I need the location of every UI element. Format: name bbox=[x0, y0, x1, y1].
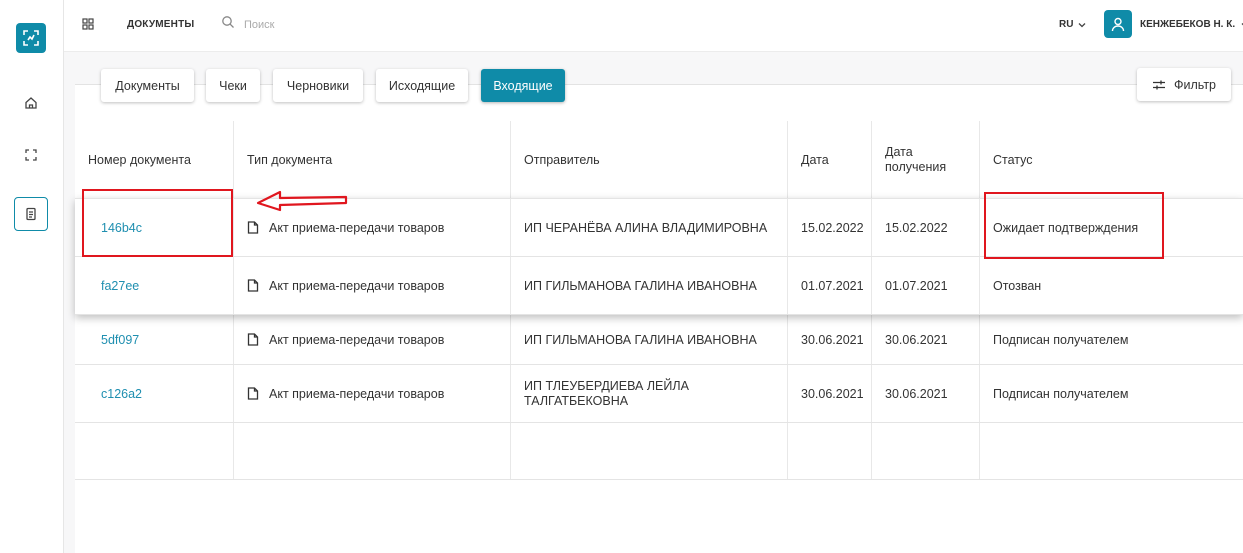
table-row[interactable]: 5df097 Акт приема-передачи товаров ИП ГИ… bbox=[75, 315, 1243, 365]
tab-drafts[interactable]: Черновики bbox=[273, 69, 363, 102]
user-icon bbox=[1111, 17, 1125, 32]
filter-label: Фильтр bbox=[1174, 77, 1216, 92]
empty-cell bbox=[788, 423, 872, 479]
sidebar bbox=[0, 0, 64, 553]
received-date: 01.07.2021 bbox=[872, 257, 980, 314]
user-menu[interactable]: КЕНЖЕБЕКОВ Н. К. bbox=[1140, 19, 1243, 30]
status: Ожидает подтверждения bbox=[993, 220, 1139, 235]
language-selector[interactable]: RU bbox=[1059, 19, 1086, 30]
tab-outgoing[interactable]: Исходящие bbox=[376, 69, 468, 102]
empty-cell bbox=[511, 423, 788, 479]
document-type: Акт приема-передачи товаров bbox=[234, 315, 511, 364]
table-row[interactable]: c126a2 Акт приема-передачи товаров ИП ТЛ… bbox=[75, 365, 1243, 423]
column-header-status[interactable]: Статус bbox=[980, 121, 1243, 198]
date: 30.06.2021 bbox=[788, 365, 872, 422]
search-icon[interactable] bbox=[221, 15, 235, 34]
top-bar: ДОКУМЕНТЫ RU КЕНЖЕБЕКОВ Н. К. bbox=[64, 0, 1243, 52]
app-logo-icon[interactable] bbox=[16, 23, 46, 53]
received-date: 30.06.2021 bbox=[872, 315, 980, 364]
avatar[interactable] bbox=[1104, 10, 1132, 38]
document-number-link[interactable]: 5df097 bbox=[75, 315, 234, 364]
received-date: 30.06.2021 bbox=[872, 365, 980, 422]
column-header-type[interactable]: Тип документа bbox=[234, 121, 511, 198]
document-type: Акт приема-передачи товаров bbox=[234, 199, 511, 256]
date: 30.06.2021 bbox=[788, 315, 872, 364]
status: Подписан получателем bbox=[993, 386, 1129, 401]
empty-table-row bbox=[75, 423, 1243, 480]
home-icon[interactable] bbox=[14, 86, 48, 120]
status: Отозван bbox=[993, 278, 1042, 293]
file-icon bbox=[247, 333, 259, 346]
sender: ИП ГИЛЬМАНОВА ГАЛИНА ИВАНОВНА bbox=[511, 257, 788, 314]
column-header-number[interactable]: Номер документа bbox=[75, 121, 234, 198]
document-type: Акт приема-передачи товаров bbox=[234, 257, 511, 314]
section-title: ДОКУМЕНТЫ bbox=[127, 19, 195, 30]
status: Подписан получателем bbox=[993, 332, 1129, 347]
column-header-received[interactable]: Дата получения bbox=[872, 121, 980, 198]
document-number-link[interactable]: 146b4c bbox=[75, 199, 234, 256]
chevron-down-icon bbox=[1078, 22, 1086, 27]
date: 15.02.2022 bbox=[788, 199, 872, 256]
sender: ИП ТЛЕУБЕРДИЕВА ЛЕЙЛА ТАЛГАТБЕКОВНА bbox=[511, 365, 788, 422]
search-input[interactable] bbox=[244, 14, 444, 36]
tab-documents[interactable]: Документы bbox=[101, 69, 194, 102]
apps-grid-icon[interactable] bbox=[82, 17, 94, 35]
document-number-link[interactable]: fa27ee bbox=[75, 257, 234, 314]
column-header-sender[interactable]: Отправитель bbox=[511, 121, 788, 198]
document-type-label: Акт приема-передачи товаров bbox=[269, 386, 445, 401]
documents-icon[interactable] bbox=[14, 197, 48, 231]
document-type-label: Акт приема-передачи товаров bbox=[269, 278, 445, 293]
empty-cell bbox=[75, 423, 234, 479]
file-icon bbox=[247, 387, 259, 400]
user-name: КЕНЖЕБЕКОВ Н. К. bbox=[1140, 19, 1236, 30]
document-type-label: Акт приема-передачи товаров bbox=[269, 332, 445, 347]
empty-cell bbox=[980, 423, 1243, 479]
language-label: RU bbox=[1059, 19, 1074, 30]
date: 01.07.2021 bbox=[788, 257, 872, 314]
document-type: Акт приема-передачи товаров bbox=[234, 365, 511, 422]
scan-icon[interactable] bbox=[14, 138, 48, 172]
table-row[interactable]: 146b4c Акт приема-передачи товаров ИП ЧЕ… bbox=[75, 199, 1243, 257]
table-row[interactable]: fa27ee Акт приема-передачи товаров ИП ГИ… bbox=[75, 257, 1243, 315]
file-icon bbox=[247, 279, 259, 292]
table-header: Номер документа Тип документа Отправител… bbox=[75, 121, 1243, 199]
sender: ИП ГИЛЬМАНОВА ГАЛИНА ИВАНОВНА bbox=[511, 315, 788, 364]
received-date: 15.02.2022 bbox=[872, 199, 980, 256]
column-header-date[interactable]: Дата bbox=[788, 121, 872, 198]
file-icon bbox=[247, 221, 259, 234]
empty-cell bbox=[872, 423, 980, 479]
tab-receipts[interactable]: Чеки bbox=[206, 69, 260, 102]
empty-cell bbox=[234, 423, 511, 479]
document-type-label: Акт приема-передачи товаров bbox=[269, 220, 445, 235]
sliders-icon bbox=[1153, 80, 1165, 89]
document-number-link[interactable]: c126a2 bbox=[75, 365, 234, 422]
filter-button[interactable]: Фильтр bbox=[1137, 68, 1231, 101]
tab-incoming[interactable]: Входящие bbox=[481, 69, 565, 102]
sender: ИП ЧЕРАНЁВА АЛИНА ВЛАДИМИРОВНА bbox=[511, 199, 788, 256]
